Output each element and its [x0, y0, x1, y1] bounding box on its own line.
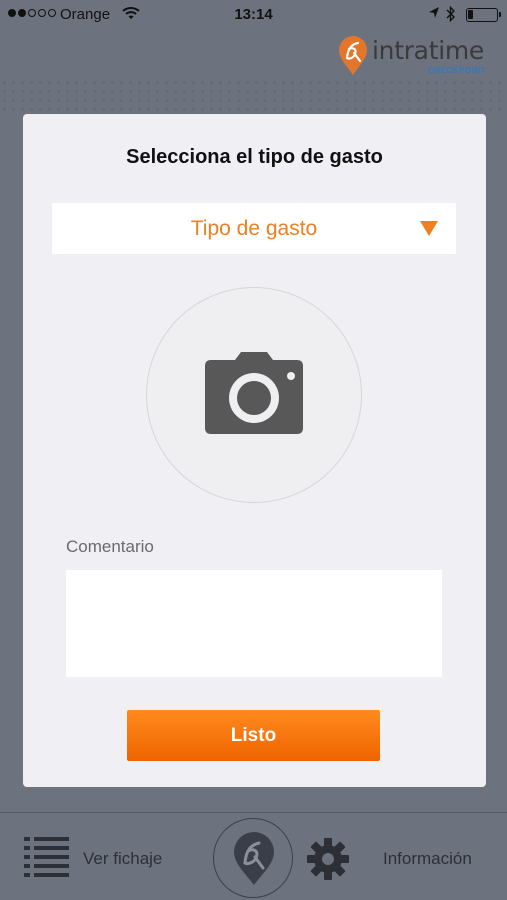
logo-wordmark: intratime: [372, 36, 484, 65]
done-button[interactable]: Listo: [127, 710, 380, 761]
expense-type-select-label: Tipo de gasto: [190, 217, 318, 240]
expense-type-modal: Selecciona el tipo de gasto Tipo de gast…: [23, 114, 486, 787]
comment-label: Comentario: [66, 537, 154, 556]
tab-informacion[interactable]: Información: [383, 849, 472, 869]
comment-input[interactable]: [66, 570, 442, 677]
gear-icon[interactable]: [305, 836, 351, 882]
intratime-logo-mark-icon: [339, 36, 367, 75]
list-icon[interactable]: [24, 835, 69, 879]
triangle-down-icon: [420, 221, 438, 236]
modal-title: Selecciona el tipo de gasto: [126, 146, 383, 168]
intratime-logo-icon: [234, 832, 274, 885]
take-photo-button[interactable]: [146, 287, 362, 503]
bottom-tab-bar: Ver fichaje Información: [0, 812, 507, 900]
camera-icon: [205, 352, 303, 434]
status-bar: Orange 13:14: [0, 0, 507, 30]
tab-center-checkpoint-button[interactable]: [213, 818, 293, 898]
expense-type-select[interactable]: Tipo de gasto: [52, 203, 456, 254]
tab-ver-fichaje[interactable]: Ver fichaje: [83, 849, 162, 869]
battery-icon: [466, 8, 501, 22]
bluetooth-icon: [446, 5, 455, 23]
intratime-logo: intratime CHECKPOINT: [336, 32, 496, 78]
location-arrow-icon: [429, 7, 439, 18]
logo-subtitle: CHECKPOINT: [428, 66, 486, 75]
